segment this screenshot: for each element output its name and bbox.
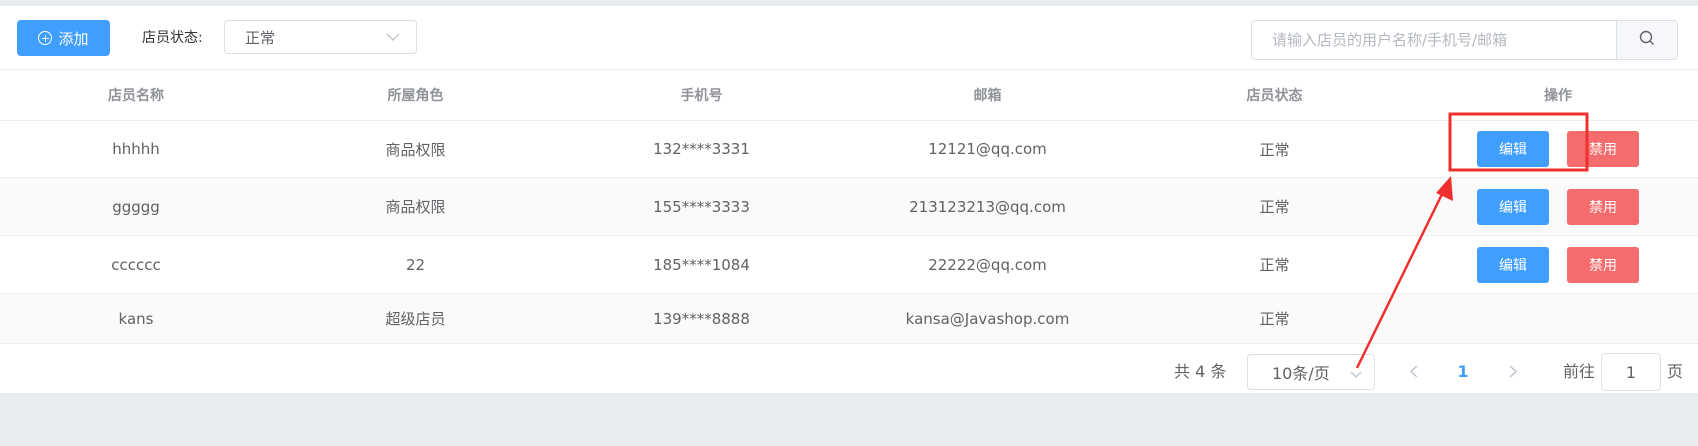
search-icon [1639,30,1655,50]
edit-button[interactable]: 编辑 [1477,246,1549,283]
table-row: ggggg 商品权限 155****3333 213123213@qq.com … [0,178,1698,236]
cell-name: hhhhh [112,140,160,158]
main-panel: + 添加 店员状态: 正常 店员名称 所屋角色 手机号 邮箱 店员状态 操作 h… [0,6,1698,393]
goto-page-input[interactable] [1601,353,1661,391]
cell-phone: 132****3331 [653,140,750,158]
cell-actions [1418,294,1698,343]
header-phone: 手机号 [680,88,723,104]
chevron-down-icon [386,33,400,41]
cell-name: ggggg [112,197,160,216]
cell-status: 正常 [1259,140,1290,159]
disable-button[interactable]: 禁用 [1567,246,1639,283]
cell-status: 正常 [1259,310,1290,328]
add-button-label: 添加 [58,29,89,48]
prev-page-button[interactable] [1399,354,1429,390]
table-row: hhhhh 商品权限 132****3331 12121@qq.com 正常 编… [0,121,1698,178]
cell-role: 超级店员 [385,310,446,328]
header-role: 所屋角色 [387,88,444,104]
table-row: kans 超级店员 139****8888 kansa@Javashop.com… [0,294,1698,344]
cell-phone: 185****1084 [653,255,750,274]
cell-actions: 编辑 禁用 [1418,121,1698,177]
cell-email: kansa@Javashop.com [905,309,1070,328]
search-input[interactable] [1252,21,1616,59]
pagination-total: 共 4 条 [1174,362,1227,381]
status-filter-label: 店员状态: [142,30,203,46]
cell-name: cccccc [111,255,161,274]
edit-button[interactable]: 编辑 [1477,131,1549,167]
cell-email: 22222@qq.com [928,255,1047,274]
pagination: 共 4 条 10条/页 1 前往 页 [0,344,1698,400]
chevron-left-icon [1409,363,1418,382]
page-number-1[interactable]: 1 [1448,354,1478,390]
cell-role: 22 [405,255,426,274]
header-name: 店员名称 [108,88,164,104]
goto-suffix: 页 [1667,362,1684,381]
add-button[interactable]: + 添加 [17,20,110,56]
header-status: 店员状态 [1246,88,1303,104]
edit-button[interactable]: 编辑 [1477,188,1549,225]
cell-actions: 编辑 禁用 [1418,178,1698,235]
table-row: cccccc 22 185****1084 22222@qq.com 正常 编辑… [0,236,1698,294]
goto-label: 前往 [1563,362,1596,381]
cell-role: 商品权限 [385,140,446,159]
search-box [1251,20,1678,60]
next-page-button[interactable] [1498,354,1528,390]
cell-actions: 编辑 禁用 [1418,236,1698,293]
cell-name: kans [118,309,154,328]
status-filter-select[interactable]: 正常 [224,20,417,54]
table-header-row: 店员名称 所屋角色 手机号 邮箱 店员状态 操作 [0,69,1698,121]
cell-status: 正常 [1259,256,1290,274]
cell-role: 商品权限 [385,198,446,216]
page-size-value: 10条/页 [1272,364,1330,383]
cell-email: 213123213@qq.com [909,197,1066,216]
cell-phone: 155****3333 [653,197,750,216]
chevron-down-icon [1350,363,1362,382]
page-size-select[interactable]: 10条/页 [1247,354,1375,390]
cell-phone: 139****8888 [653,309,750,328]
chevron-right-icon [1509,363,1518,382]
header-actions: 操作 [1544,88,1572,104]
plus-circle-icon: + [38,31,53,45]
cell-email: 12121@qq.com [928,140,1047,158]
header-email: 邮箱 [973,88,1002,104]
disable-button[interactable]: 禁用 [1567,188,1639,225]
staff-table: 店员名称 所屋角色 手机号 邮箱 店员状态 操作 hhhhh 商品权限 132*… [0,69,1698,344]
search-button[interactable] [1616,21,1677,59]
disable-button[interactable]: 禁用 [1567,131,1639,167]
status-filter-value: 正常 [245,28,276,47]
cell-status: 正常 [1259,198,1290,216]
